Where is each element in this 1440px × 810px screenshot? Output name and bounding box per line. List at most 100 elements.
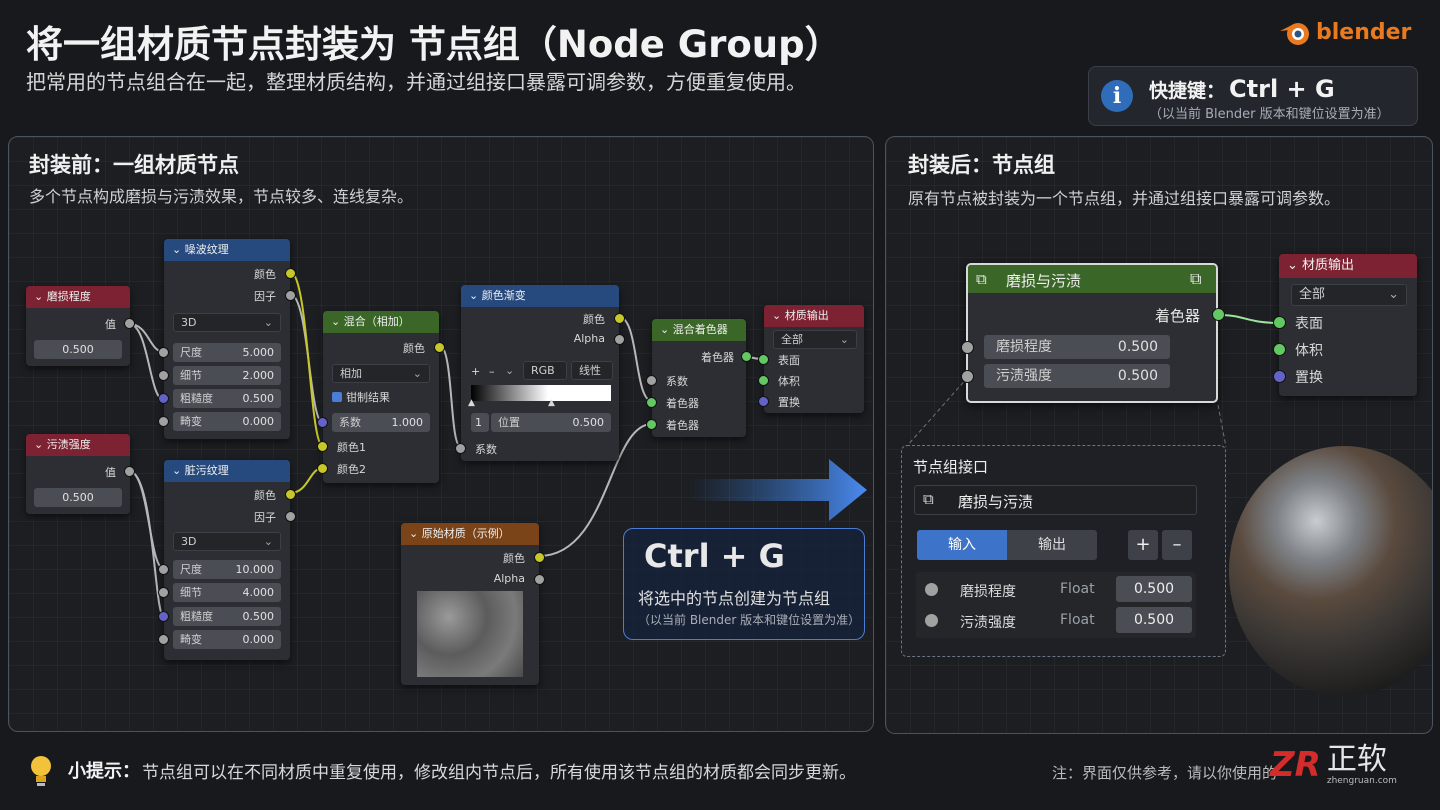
output-color-socket[interactable] xyxy=(285,268,296,279)
clamp-checkbox[interactable]: 钳制结果 xyxy=(332,389,390,405)
input-socket[interactable] xyxy=(158,347,169,358)
input-displacement-socket[interactable] xyxy=(758,396,769,407)
input-surface-socket[interactable] xyxy=(758,354,769,365)
input-socket[interactable] xyxy=(158,370,169,381)
input-surface-socket[interactable] xyxy=(1273,316,1286,329)
ctrl-g-callout: Ctrl + G 将选中的节点创建为节点组 （以当前 Blender 版本和键位… xyxy=(623,528,865,640)
input-shader-b-label: 着色器 xyxy=(666,419,699,432)
output-shader-socket[interactable] xyxy=(1212,308,1225,321)
page-title: 将一组材质节点封装为 节点组（Node Group） xyxy=(26,23,842,66)
param-field[interactable]: 粗糙度 0.500 xyxy=(173,607,281,626)
material-output-node-after[interactable]: ⌄ 材质输出 全部 ⌄ 表面 体积 置换 xyxy=(1273,254,1417,396)
color-ramp-node[interactable]: ⌄ 颜色渐变 颜色 Alpha + – ⌄ RGB 线性 ▲ ▲ 1 位置 0.5… xyxy=(455,285,625,461)
input-socket[interactable] xyxy=(158,393,169,404)
group-name-field[interactable]: ⧉ 磨损与污渍 xyxy=(914,485,1197,515)
input-socket[interactable] xyxy=(158,564,169,575)
param-field[interactable]: 畸变 0.000 xyxy=(173,630,281,649)
blend-mode-dropdown[interactable]: 相加 ⌄ xyxy=(332,364,430,383)
node-group-node[interactable]: ⧉ 磨损与污渍 ⧉ 着色器 磨损程度 0.500 污渍强度 0.500 xyxy=(961,263,1225,403)
group-interface-panel: 节点组接口 ⧉ 磨损与污渍 输入 输出 + – 磨损程度 Float 0.500… xyxy=(901,445,1226,657)
output-color-socket[interactable] xyxy=(285,489,296,500)
position-field[interactable]: 位置 0.500 xyxy=(491,413,611,432)
target-dropdown[interactable]: 全部 ⌄ xyxy=(1291,284,1407,306)
input-socket[interactable] xyxy=(961,370,974,383)
param-field[interactable]: 细节 2.000 xyxy=(173,366,281,385)
tip-text: 节点组可以在不同材质中重复使用，修改组内节点后，所有使用该节点组的材质都会同步更… xyxy=(142,762,856,783)
input-shader-a-label: 着色器 xyxy=(666,397,699,410)
remove-stop-button[interactable]: – xyxy=(489,365,495,378)
value-field[interactable]: 0.500 xyxy=(1116,576,1192,602)
add-stop-button[interactable]: + xyxy=(471,365,480,378)
dirt-texture-node[interactable]: ⌄ 脏污纹理 颜色 因子 3D ⌄ 尺度 10.000 细节 4.000 粗糙度 0.5… xyxy=(158,460,296,660)
remove-socket-button[interactable]: – xyxy=(1162,530,1192,560)
tab-input[interactable]: 输入 xyxy=(917,530,1007,560)
input-factor-socket[interactable] xyxy=(646,375,657,386)
tab-output[interactable]: 输出 xyxy=(1007,530,1097,560)
stop-index-field[interactable]: 1 xyxy=(471,413,489,432)
param-field[interactable]: 细节 4.000 xyxy=(173,583,281,602)
interpolation-dropdown[interactable]: 线性 xyxy=(571,361,613,380)
param-field[interactable]: 尺度 5.000 xyxy=(173,343,281,362)
dirt-value-node[interactable]: ⌄ 污渍强度 值 0.500 xyxy=(26,434,135,514)
output-color-socket[interactable] xyxy=(434,342,445,353)
list-item[interactable]: 污渍强度 Float 0.500 xyxy=(916,605,1196,638)
param-field[interactable]: 尺度 10.000 xyxy=(173,560,281,579)
info-icon: i xyxy=(1101,80,1133,112)
noise-texture-node[interactable]: ⌄ 噪波纹理 颜色 因子 3D ⌄ 尺度 5.000 细节 2.000 粗糙度 0.50… xyxy=(158,239,296,439)
output-color-socket[interactable] xyxy=(534,552,545,563)
input-socket[interactable] xyxy=(158,611,169,622)
blender-logo-icon xyxy=(1280,23,1309,45)
input-shader-a-socket[interactable] xyxy=(646,397,657,408)
input-color2-socket[interactable] xyxy=(317,463,328,474)
input-shader-b-socket[interactable] xyxy=(646,419,657,430)
input-volume-socket[interactable] xyxy=(1273,343,1286,356)
before-title: 封装前：一组材质节点 xyxy=(29,153,239,177)
output-factor-socket[interactable] xyxy=(285,290,296,301)
input-socket[interactable] xyxy=(158,587,169,598)
tip-bar: 小提示： 节点组可以在不同材质中重复使用，修改组内节点后，所有使用该节点组的材质… xyxy=(26,748,856,792)
param-field[interactable]: 粗糙度 0.500 xyxy=(173,389,281,408)
wear-value-field[interactable]: 0.500 xyxy=(34,340,122,359)
wear-value-node[interactable]: ⌄ 磨损程度 值 0.500 xyxy=(26,286,135,366)
add-socket-button[interactable]: + xyxy=(1128,530,1158,560)
input-surface-label: 表面 xyxy=(1295,316,1323,332)
input-displacement-socket[interactable] xyxy=(1273,370,1286,383)
output-shader-label: 着色器 xyxy=(1154,307,1200,325)
output-factor-socket[interactable] xyxy=(285,511,296,522)
chevron-down-icon[interactable]: ⌄ xyxy=(505,364,514,377)
output-alpha-socket[interactable] xyxy=(614,334,625,345)
input-factor-socket[interactable] xyxy=(317,417,328,428)
output-alpha-socket[interactable] xyxy=(534,574,545,585)
output-socket[interactable] xyxy=(124,466,135,477)
output-shader-socket[interactable] xyxy=(741,351,752,362)
mix-shader-node[interactable]: ⌄ 混合着色器 着色器 系数 着色器 着色器 xyxy=(646,319,752,437)
base-material-node[interactable]: ⌄ 原始材质（示例） 颜色 Alpha xyxy=(401,523,545,685)
input-socket[interactable] xyxy=(961,341,974,354)
factor-field[interactable]: 系数 1.000 xyxy=(332,413,430,432)
target-dropdown[interactable]: 全部 ⌄ xyxy=(773,330,857,349)
mix-add-node[interactable]: ⌄ 混合（相加） 颜色 相加 ⌄ 钳制结果 系数 1.000 颜色1 颜色2 xyxy=(317,311,445,483)
value-field[interactable]: 0.500 xyxy=(1116,607,1192,633)
list-item[interactable]: 磨损程度 Float 0.500 xyxy=(916,572,1196,605)
color-mode-dropdown[interactable]: RGB xyxy=(523,361,567,380)
input-color1-socket[interactable] xyxy=(317,441,328,452)
before-desc: 多个节点构成磨损与污渍效果，节点较多、连线复杂。 xyxy=(29,187,414,206)
dirt-value-field[interactable]: 0.500 xyxy=(34,488,122,507)
input-socket[interactable] xyxy=(158,634,169,645)
enter-group-icon[interactable]: ⧉ xyxy=(1190,269,1201,289)
material-output-node[interactable]: ⌄ 材质输出 全部 ⌄ 表面 体积 置换 xyxy=(758,305,864,413)
param-field[interactable]: 畸变 0.000 xyxy=(173,412,281,431)
wear-input-field[interactable]: 磨损程度 0.500 xyxy=(984,335,1170,359)
output-color-socket[interactable] xyxy=(614,313,625,324)
dimension-dropdown[interactable]: 3D ⌄ xyxy=(173,313,281,332)
output-label: 着色器 xyxy=(701,351,734,364)
dimension-dropdown[interactable]: 3D ⌄ xyxy=(173,532,281,551)
input-factor-socket[interactable] xyxy=(455,443,466,454)
output-socket[interactable] xyxy=(124,318,135,329)
input-socket[interactable] xyxy=(158,416,169,427)
dirt-input-field[interactable]: 污渍强度 0.500 xyxy=(984,364,1170,388)
ramp-gradient-bar[interactable] xyxy=(471,385,611,401)
input-volume-socket[interactable] xyxy=(758,375,769,386)
stop-marker-white[interactable]: ▲ xyxy=(548,398,555,408)
stop-marker-black[interactable]: ▲ xyxy=(468,398,475,408)
